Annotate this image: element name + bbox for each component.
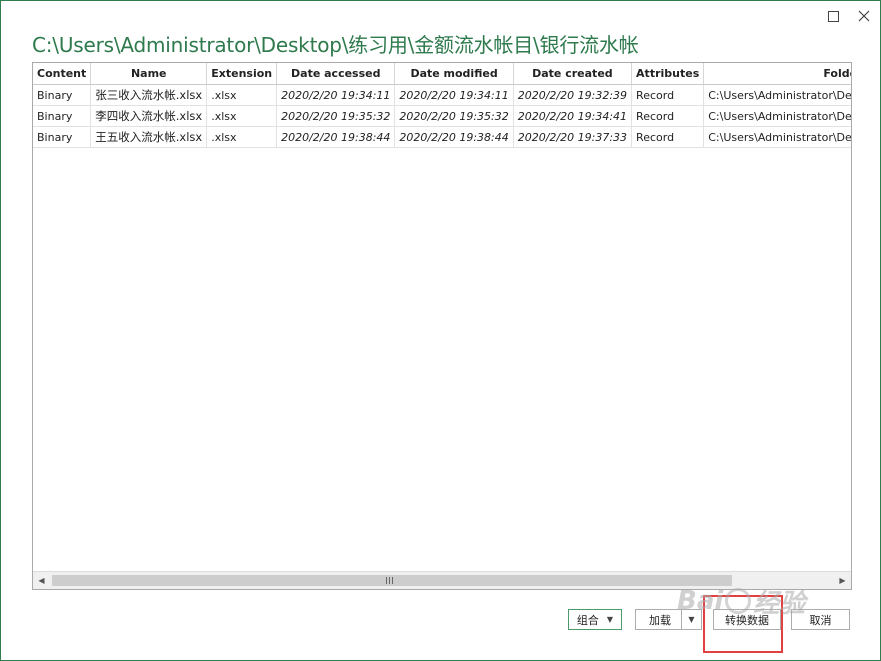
cell-date-accessed[interactable]: 2020/2/20 19:34:11: [276, 84, 396, 106]
file-list-grid: Content Name Extension Date accessed Dat…: [32, 62, 852, 590]
combine-button[interactable]: 组合 ▼: [568, 609, 622, 630]
table-header-row: Content Name Extension Date accessed Dat…: [33, 63, 851, 85]
cell-content[interactable]: Binary: [33, 105, 92, 127]
column-header-extension[interactable]: Extension: [206, 63, 278, 85]
cell-name[interactable]: 张三收入流水帐.xlsx: [90, 84, 208, 106]
cell-attributes[interactable]: Record: [631, 84, 705, 106]
column-header-date-accessed[interactable]: Date accessed: [276, 63, 396, 85]
column-header-name[interactable]: Name: [90, 63, 208, 85]
cell-attributes[interactable]: Record: [631, 105, 705, 127]
cell-date-modified[interactable]: 2020/2/20 19:38:44: [394, 126, 514, 148]
cell-date-created[interactable]: 2020/2/20 19:32:39: [513, 84, 633, 106]
cell-attributes[interactable]: Record: [631, 126, 705, 148]
horizontal-scrollbar[interactable]: ◀ ▶: [33, 571, 851, 589]
column-header-date-created[interactable]: Date created: [513, 63, 633, 85]
close-icon: [858, 10, 870, 22]
cell-folder-path[interactable]: C:\Users\Administrator\Desktop\练: [703, 84, 851, 106]
cell-date-modified[interactable]: 2020/2/20 19:35:32: [394, 105, 514, 127]
table-row[interactable]: Binary 张三收入流水帐.xlsx .xlsx 2020/2/20 19:34:1…: [33, 84, 851, 106]
cell-name[interactable]: 王五收入流水帐.xlsx: [90, 126, 208, 148]
chevron-down-icon: ▼: [606, 615, 614, 624]
navigator-dialog: C:\Users\Administrator\Desktop\练习用\金额流水帐…: [0, 0, 881, 661]
highlight-box: [703, 595, 783, 653]
load-dropdown-button[interactable]: ▼: [682, 609, 702, 630]
scroll-right-icon[interactable]: ▶: [834, 572, 851, 589]
chevron-down-icon: ▼: [688, 615, 695, 624]
maximize-button[interactable]: [820, 5, 846, 27]
combine-label: 组合: [576, 613, 599, 627]
cell-extension[interactable]: .xlsx: [206, 105, 278, 127]
maximize-icon: [827, 10, 839, 22]
column-header-folder-path[interactable]: Folder Path: [703, 63, 851, 85]
cancel-button[interactable]: 取消: [791, 609, 850, 630]
column-header-content[interactable]: Content: [33, 63, 92, 85]
scroll-left-icon[interactable]: ◀: [33, 572, 50, 589]
cell-folder-path[interactable]: C:\Users\Administrator\Desktop\练: [703, 126, 851, 148]
cell-date-created[interactable]: 2020/2/20 19:37:33: [513, 126, 633, 148]
close-button[interactable]: [851, 5, 877, 27]
cell-date-accessed[interactable]: 2020/2/20 19:38:44: [276, 126, 396, 148]
column-header-attributes[interactable]: Attributes: [631, 63, 705, 85]
cell-date-created[interactable]: 2020/2/20 19:34:41: [513, 105, 633, 127]
scrollbar-thumb[interactable]: [52, 575, 732, 586]
table-row[interactable]: Binary 李四收入流水帐.xlsx .xlsx 2020/2/20 19:35:3…: [33, 105, 851, 127]
folder-path-title: C:\Users\Administrator\Desktop\练习用\金额流水帐…: [32, 33, 639, 57]
cell-extension[interactable]: .xlsx: [206, 126, 278, 148]
cell-content[interactable]: Binary: [33, 84, 92, 106]
grip-icon: [386, 577, 393, 584]
load-label: 加载: [649, 613, 671, 627]
cell-extension[interactable]: .xlsx: [206, 84, 278, 106]
cell-name[interactable]: 李四收入流水帐.xlsx: [90, 105, 208, 127]
file-table: Content Name Extension Date accessed Dat…: [33, 63, 851, 148]
cell-folder-path[interactable]: C:\Users\Administrator\Desktop\练: [703, 105, 851, 127]
cell-date-accessed[interactable]: 2020/2/20 19:35:32: [276, 105, 396, 127]
cell-date-modified[interactable]: 2020/2/20 19:34:11: [394, 84, 514, 106]
cancel-label: 取消: [809, 613, 832, 627]
table-row[interactable]: Binary 王五收入流水帐.xlsx .xlsx 2020/2/20 19:38:4…: [33, 126, 851, 148]
column-header-date-modified[interactable]: Date modified: [394, 63, 514, 85]
cell-content[interactable]: Binary: [33, 126, 92, 148]
